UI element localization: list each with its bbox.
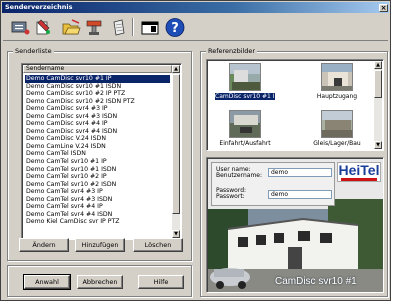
reference-images-group: Referenzbilder CamDisc svr10 #1 IP Haupt… [200,47,388,297]
toolbar: ? [3,14,388,41]
edit-button[interactable]: Ändern [19,238,69,252]
select-button[interactable]: Anwahl [23,274,71,290]
list-item[interactable]: Demo CamTel svr10 #1 ISDN [25,166,170,174]
scroll-up-button[interactable]: ▲ [172,65,180,73]
login-panel: User name: Benutzername: demo Password: … [211,162,335,206]
sender-directory-window: Senderverzeichnis × ? Senderliste Sender… [0,0,391,301]
brand-stripe [341,178,377,181]
list-item[interactable]: Demo CamDisc V.24 ISDN [25,135,170,143]
help-icon[interactable]: ? [164,17,186,38]
list-item[interactable]: Demo CamTel ISDN [25,150,170,158]
title-bar: Senderverzeichnis × [2,2,389,13]
thumbnail-panel[interactable]: CamDisc svr10 #1 IP Hauptzugang Einfahrt… [206,59,384,151]
thumbnail-2[interactable]: Hauptzugang [307,63,367,105]
camera-overlay-label: CamDisc svr10 #1 [275,276,357,287]
thumbnail-scroll-up[interactable]: ▲ [374,61,382,69]
list-item[interactable]: Demo Kiel CamDisc svr IP PTZ [25,218,170,226]
list-item[interactable]: Demo CamDisc svr10 #1 IP [25,75,170,83]
thumbnail-4[interactable]: Gleis/Lager/Bau [307,110,367,152]
list-item[interactable]: Demo CamDisc svr10 #2 IP PTZ [25,90,170,98]
sender-list-group: Senderliste Sendername Demo CamDisc svr1… [7,47,192,261]
thumbnail-3-caption: Einfahrt/Ausfahrt [219,140,271,147]
thumbnail-scroll-down[interactable]: ▼ [374,141,382,149]
thumbnail-1-caption: CamDisc svr10 #1 IP [215,93,279,100]
sender-list: Demo CamDisc svr10 #1 IP Demo CamDisc svr… [25,75,170,238]
schedule-icon[interactable] [107,17,129,38]
list-item[interactable]: Demo CamDisc svr4 #4 ISDN [25,128,170,136]
footer-group: Anwahl Abbrechen Hilfe [7,265,192,297]
list-item[interactable]: Demo CamDisc svr4 #3 ISDN [25,113,170,121]
brand-text: HeiTel [338,162,380,178]
thumbnail-scrollbar[interactable]: ▲ ▼ [374,61,382,149]
add-button[interactable]: Hinzufügen [75,238,125,252]
list-item[interactable]: Demo CamTel svr10 #1 IP [25,158,170,166]
plug-icon[interactable] [83,17,105,38]
thumbnail-4-image [321,110,353,138]
camera-list-icon[interactable] [9,17,31,38]
heitel-logo: HeiTel [337,162,381,182]
list-item[interactable]: Demo CamDisc svr10 #2 ISDN PTZ [25,98,170,106]
scroll-thumb[interactable] [172,74,180,214]
list-scrollbar[interactable]: ▲ ▼ [172,65,180,238]
thumbnail-3-image [229,110,261,138]
svg-text:?: ? [171,21,179,36]
password-field[interactable]: demo [268,190,332,199]
window-title: Senderverzeichnis [5,3,73,11]
username-label-de: Benutzername: [216,172,263,179]
live-preview: User name: Benutzername: demo Password: … [206,157,384,293]
folder-open-icon[interactable] [60,17,82,38]
list-item[interactable]: Demo CamLine V.24 ISDN [25,143,170,151]
list-item[interactable]: Demo CamTel svr10 #2 IP [25,173,170,181]
thumbnail-1-image [229,63,261,91]
delete-button[interactable]: Löschen [133,238,183,252]
sender-list-legend: Senderliste [13,47,54,55]
thumbnail-2-image [321,63,353,91]
list-item[interactable]: Demo CamDisc svr4 #3 IP [25,105,170,113]
list-item[interactable]: Demo CamTel svr4 #4 ISDN [25,211,170,219]
list-item[interactable]: Demo CamTel svr10 #2 ISDN [25,181,170,189]
thumbnail-4-caption: Gleis/Lager/Bau [313,140,361,147]
list-item[interactable]: Demo CamDisc svr10 #1 ISDN [25,83,170,91]
thumbnail-1[interactable]: CamDisc svr10 #1 IP [215,63,279,105]
username-field[interactable]: demo [268,168,332,177]
toolbar-separator [132,18,134,36]
edit-camera-icon[interactable] [32,17,54,38]
list-item[interactable]: Demo CamDisc svr4 #4 IP [25,120,170,128]
help-button[interactable]: Hilfe [138,275,184,289]
scroll-down-button[interactable]: ▼ [172,230,180,238]
close-button[interactable]: × [379,4,388,12]
thumbnail-scroll-thumb[interactable] [374,70,382,98]
reference-legend: Referenzbilder [206,47,258,55]
column-header-sendername[interactable]: Sendername [23,65,172,73]
list-item[interactable]: Demo CamTel svr4 #4 IP [25,203,170,211]
sender-listbox[interactable]: Sendername Demo CamDisc svr10 #1 IP Demo … [21,63,182,240]
cancel-button[interactable]: Abbrechen [77,275,123,289]
thumbnail-3[interactable]: Einfahrt/Ausfahrt [215,110,275,152]
list-item[interactable]: Demo CamTel svr4 #3 IP [25,188,170,196]
list-item[interactable]: Demo CamTel svr4 #3 ISDN [25,196,170,204]
password-label-de: Passwort: [216,193,245,200]
thumbnail-2-caption: Hauptzugang [316,93,358,100]
window-icon[interactable] [139,17,161,38]
